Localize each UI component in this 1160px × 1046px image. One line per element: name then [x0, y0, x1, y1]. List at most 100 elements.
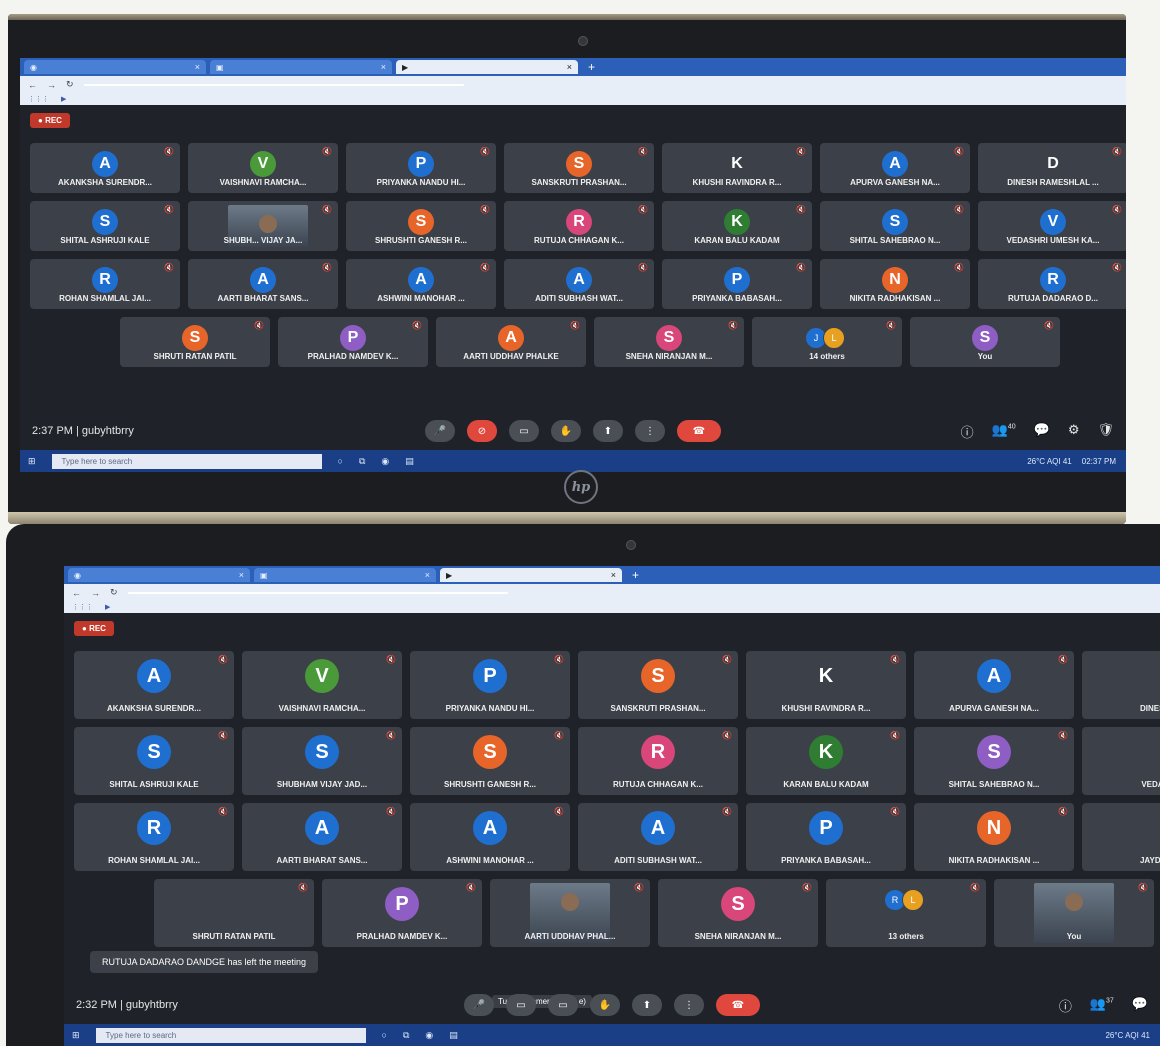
participant-tile[interactable]: 🔇JAYDEEP S [1082, 803, 1160, 871]
participant-tile[interactable]: P 🔇 PRIYANKA NANDU HI... [346, 143, 496, 193]
participant-tile[interactable]: A 🔇 ADITI SUBHASH WAT... [578, 803, 738, 871]
participant-tile[interactable]: 🔇 AARTI UDDHAV PHAL... [490, 879, 650, 947]
cortana-icon[interactable]: ○ [338, 456, 343, 466]
url-field[interactable] [127, 591, 508, 594]
forward-icon[interactable]: → [47, 80, 56, 90]
url-field[interactable] [83, 83, 464, 86]
clock[interactable]: 02:37 PM [1082, 457, 1116, 466]
participant-tile[interactable]: N 🔇 NIKITA RADHAKISAN ... [914, 803, 1074, 871]
participant-tile[interactable]: A 🔇 AARTI BHARAT SANS... [188, 259, 338, 309]
reload-icon[interactable]: ↻ [66, 79, 74, 90]
participant-tile[interactable]: R 🔇 ROHAN SHAMLAL JAI... [30, 259, 180, 309]
participant-tile[interactable]: A 🔇 APURVA GANESH NA... [820, 143, 970, 193]
participant-tile[interactable]: S 🔇 SHITAL ASHRUJI KALE [74, 727, 234, 795]
participant-tile[interactable]: R 🔇 RUTUJA CHHAGAN K... [504, 201, 654, 251]
file-explorer-icon[interactable]: ▤ [449, 1030, 458, 1041]
participant-tile[interactable]: 🔇DINESH RA [1082, 651, 1160, 719]
chat-icon[interactable]: 💬 [1132, 996, 1148, 1015]
microphone-button[interactable]: 🎤 [425, 420, 455, 442]
chrome-icon[interactable]: ◉ [425, 1030, 433, 1041]
participant-tile[interactable]: V 🔇 VAISHNAVI RAMCHA... [188, 143, 338, 193]
close-icon[interactable]: × [381, 62, 386, 72]
chrome-icon[interactable]: ◉ [381, 456, 389, 467]
browser-tab-active[interactable]: ▶ × [440, 568, 622, 582]
people-icon[interactable]: 👥40 [992, 422, 1016, 441]
participant-tile[interactable]: P 🔇 PRIYANKA BABASAH... [662, 259, 812, 309]
end-call-button[interactable]: ☎ [677, 420, 721, 442]
camera-button[interactable]: ▭ [506, 994, 536, 1016]
participant-tile[interactable]: S 🔇 SHRUSHTI GANESH R... [346, 201, 496, 251]
taskbar-search[interactable]: Type here to search [51, 453, 322, 469]
captions-button[interactable]: ▭ [548, 994, 578, 1016]
more-options-button[interactable]: ⋮ [674, 994, 704, 1016]
close-icon[interactable]: × [239, 570, 244, 580]
present-button[interactable]: ⬆ [593, 420, 623, 442]
participant-tile[interactable]: S 🔇 SNEHA NIRANJAN M... [658, 879, 818, 947]
apps-icon[interactable]: ⋮⋮⋮ [72, 603, 93, 611]
participant-tile[interactable]: K 🔇 KARAN BALU KADAM [746, 727, 906, 795]
file-explorer-icon[interactable]: ▤ [405, 456, 414, 467]
browser-tab[interactable]: ◉ × [68, 568, 250, 582]
participant-tile[interactable]: S 🔇 SANSKRUTI PRASHAN... [504, 143, 654, 193]
forward-icon[interactable]: → [91, 588, 100, 598]
participant-tile[interactable]: S 🔇 SNEHA NIRANJAN M... [594, 317, 744, 367]
participant-tile[interactable]: S 🔇 SHITAL ASHRUJI KALE [30, 201, 180, 251]
taskbar-search[interactable]: Type here to search [95, 1027, 366, 1043]
participant-tile[interactable]: S 🔇 SHITAL SAHEBRAO N... [914, 727, 1074, 795]
participant-tile[interactable]: P 🔇 PRIYANKA NANDU HI... [410, 651, 570, 719]
participant-tile[interactable]: S 🔇 SHUBHAM VIJAY JAD... [242, 727, 402, 795]
participant-tile[interactable]: R L 🔇 13 others [826, 879, 986, 947]
new-tab-icon[interactable]: + [582, 60, 601, 74]
participant-tile[interactable]: N 🔇 NIKITA RADHAKISAN ... [820, 259, 970, 309]
browser-tab[interactable]: ▣ × [210, 60, 392, 74]
weather-status[interactable]: 26°C AQI 41 [1105, 1031, 1150, 1040]
info-icon[interactable]: ⓘ [961, 422, 974, 441]
browser-tab-active[interactable]: ▶ × [396, 60, 578, 74]
participant-tile[interactable]: 🔇VEDASHRI [1082, 727, 1160, 795]
participant-tile[interactable]: 🔇 You [994, 879, 1154, 947]
bookmark-icon[interactable]: ▶ [61, 95, 66, 103]
task-view-icon[interactable]: ⧉ [359, 456, 365, 467]
participant-tile[interactable]: R 🔇 RUTUJA DADARAO D... [978, 259, 1126, 309]
participant-tile[interactable]: S 🔇 SHITAL SAHEBRAO N... [820, 201, 970, 251]
windows-start-icon[interactable]: ⊞ [28, 456, 36, 467]
activities-icon[interactable]: ⚙ [1068, 422, 1080, 441]
participant-tile[interactable]: V 🔇 VAISHNAVI RAMCHA... [242, 651, 402, 719]
captions-button[interactable]: ▭ [509, 420, 539, 442]
close-icon[interactable]: × [567, 62, 572, 72]
participant-tile[interactable]: R 🔇 RUTUJA CHHAGAN K... [578, 727, 738, 795]
participant-tile[interactable]: 🔇 SHRUTI RATAN PATIL [154, 879, 314, 947]
close-icon[interactable]: × [611, 570, 616, 580]
participant-tile[interactable]: A 🔇 APURVA GANESH NA... [914, 651, 1074, 719]
participant-tile[interactable]: S 🔇 SHRUSHTI GANESH R... [410, 727, 570, 795]
more-options-button[interactable]: ⋮ [635, 420, 665, 442]
participant-tile[interactable]: D 🔇 DINESH RAMESHLAL ... [978, 143, 1126, 193]
cortana-icon[interactable]: ○ [382, 1030, 387, 1040]
participant-tile[interactable]: A 🔇 AARTI UDDHAV PHALKE [436, 317, 586, 367]
participant-tile[interactable]: P 🔇 PRALHAD NAMDEV K... [322, 879, 482, 947]
participant-tile[interactable]: P 🔇 PRALHAD NAMDEV K... [278, 317, 428, 367]
participant-tile[interactable]: K 🔇 KARAN BALU KADAM [662, 201, 812, 251]
participant-tile[interactable]: A 🔇 AARTI BHARAT SANS... [242, 803, 402, 871]
participant-tile[interactable]: S 🔇 SANSKRUTI PRASHAN... [578, 651, 738, 719]
weather-status[interactable]: 26°C AQI 41 [1027, 457, 1072, 466]
participant-tile[interactable]: V 🔇 VEDASHRI UMESH KA... [978, 201, 1126, 251]
back-icon[interactable]: ← [72, 588, 81, 598]
close-icon[interactable]: × [425, 570, 430, 580]
people-icon[interactable]: 👥37 [1090, 996, 1114, 1015]
chat-icon[interactable]: 💬 [1034, 422, 1050, 441]
participant-tile[interactable]: J L 🔇 14 others [752, 317, 902, 367]
participant-tile[interactable]: S 🔇 SHRUTI RATAN PATIL [120, 317, 270, 367]
apps-icon[interactable]: ⋮⋮⋮ [28, 95, 49, 103]
reload-icon[interactable]: ↻ [110, 587, 118, 598]
participant-tile[interactable]: A 🔇 AKANKSHA SURENDR... [30, 143, 180, 193]
host-controls-icon[interactable]: 🛡 [1097, 422, 1114, 441]
info-icon[interactable]: ⓘ [1059, 996, 1072, 1015]
new-tab-icon[interactable]: + [626, 568, 645, 582]
participant-tile[interactable]: S 🔇 You [910, 317, 1060, 367]
participant-tile[interactable]: A 🔇 ASHWINI MANOHAR ... [410, 803, 570, 871]
browser-tab[interactable]: ◉ × [24, 60, 206, 74]
participant-tile[interactable]: K 🔇 KHUSHI RAVINDRA R... [662, 143, 812, 193]
present-button[interactable]: ⬆ [632, 994, 662, 1016]
back-icon[interactable]: ← [28, 80, 37, 90]
